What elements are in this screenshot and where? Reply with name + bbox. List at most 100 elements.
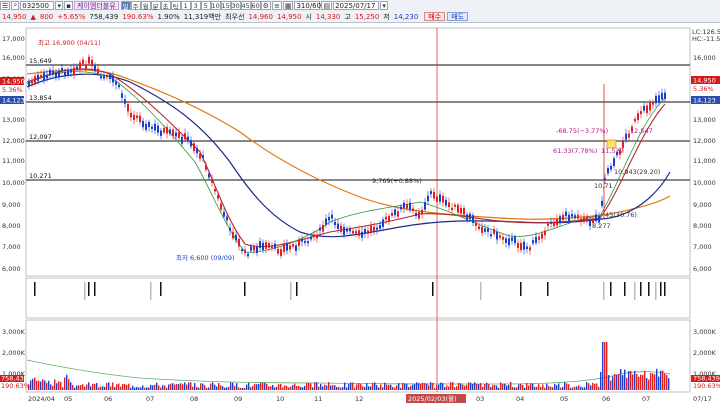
up1b-annotation: 12,547 (630, 127, 653, 135)
signal-pane[interactable] (25, 277, 691, 319)
volume-bar (302, 387, 304, 390)
period-tick[interactable]: 틱 (170, 1, 181, 11)
period-week[interactable]: 주 (130, 1, 141, 11)
price-chart[interactable]: 17,000 16,000 15,000 13,000 12,000 11,00… (0, 22, 720, 404)
candle (340, 225, 342, 233)
calendar-icon[interactable]: ▤ (321, 1, 333, 10)
period-5[interactable]: 5 (200, 1, 211, 10)
volume-bar (378, 387, 380, 390)
candle (499, 235, 501, 238)
period-min[interactable]: 분 (150, 1, 161, 11)
volume-bar (452, 382, 454, 390)
x-tick: 06 (104, 395, 112, 403)
volume-bar (622, 375, 624, 390)
page-count[interactable]: 310/600 (294, 1, 326, 10)
candle (31, 80, 33, 84)
volume-bar (40, 381, 42, 390)
candle (325, 218, 327, 225)
candle (472, 215, 474, 223)
open-value: 14,960 (248, 12, 273, 21)
signal-bar (480, 282, 482, 300)
period-15[interactable]: 15 (220, 1, 231, 10)
candle (421, 209, 423, 214)
volume-bar (134, 387, 136, 390)
volume-bar (400, 387, 402, 390)
volume-bar (532, 383, 534, 390)
candle (139, 115, 141, 123)
volume-bar (580, 386, 582, 390)
change-pct: +5.65% (57, 12, 86, 21)
volume-bar (162, 385, 164, 390)
date-dropdown-icon[interactable]: ▾ (380, 1, 389, 10)
volume-bar (596, 383, 598, 390)
candle (559, 216, 561, 223)
volume-bar (484, 383, 486, 390)
volume-pane[interactable] (25, 319, 691, 393)
candle (250, 246, 252, 251)
candle (193, 143, 195, 152)
grid-icon[interactable]: ▦ (282, 1, 294, 10)
left-pct: 5.36% (2, 86, 23, 94)
candle (439, 194, 441, 202)
list-icon[interactable]: ≡ (271, 1, 282, 10)
period-10[interactable]: 10 (210, 1, 221, 10)
volume-bar (444, 387, 446, 390)
candle (346, 228, 348, 232)
high-value: 15,250 (354, 12, 380, 21)
low-value: 14,230 (393, 12, 419, 21)
volume-bar (612, 376, 614, 390)
volume-bar (160, 387, 162, 390)
volume-bar (450, 382, 452, 390)
settings-icon[interactable]: ⚙ (260, 1, 271, 10)
volume-bar (200, 383, 202, 390)
period-3[interactable]: 3 (190, 1, 201, 10)
candle (277, 249, 279, 254)
candle (241, 249, 243, 252)
volume-bar (300, 386, 302, 390)
volume-bar (80, 385, 82, 390)
candle (304, 240, 306, 243)
candle (154, 123, 156, 131)
volume-bar (642, 374, 644, 390)
buy-button[interactable]: 매수 (424, 12, 446, 21)
dropdown-icon[interactable]: ▾ (55, 1, 64, 10)
period-45[interactable]: 45 (240, 1, 251, 10)
volume-bar (610, 380, 612, 390)
candle (454, 204, 456, 207)
candle (262, 242, 264, 250)
volume-bar (614, 374, 616, 390)
signal-bar (94, 282, 96, 296)
volume-bar (316, 382, 318, 390)
y-tick: 10,000 (2, 179, 25, 187)
period-day[interactable]: 일 (120, 1, 131, 11)
search-icon[interactable]: ⌕ (11, 1, 20, 10)
stock-name[interactable]: 케이엠더블유 (74, 1, 119, 10)
candle (442, 195, 444, 203)
sell-button[interactable]: 매도 (447, 12, 469, 21)
candle (517, 242, 519, 248)
volume-bar (146, 387, 148, 390)
period-month[interactable]: 월 (140, 1, 151, 11)
candle (433, 191, 435, 199)
pin-icon[interactable]: ▪ (64, 1, 74, 10)
period-60[interactable]: 60 (250, 1, 261, 10)
volume-bar (348, 384, 350, 390)
candle (418, 211, 420, 219)
code-input[interactable]: 032500 (20, 1, 55, 10)
volume-bar (198, 387, 200, 390)
period-sec[interactable]: 초 (160, 1, 171, 11)
date-input[interactable]: 2025/07/17 (333, 1, 380, 10)
period-30[interactable]: 30 (230, 1, 241, 10)
period-1[interactable]: 1 (180, 1, 191, 10)
volume-bar (548, 386, 550, 390)
volume-bar (602, 342, 604, 390)
volume-bar (546, 383, 548, 390)
volume-bar (54, 379, 56, 390)
candle (37, 74, 39, 81)
p2-annotation: 45(30.76) (605, 211, 637, 219)
candle (46, 74, 48, 79)
candle (253, 246, 255, 251)
volume-bar (438, 384, 440, 390)
menu-icon[interactable]: ☰ (0, 1, 11, 10)
volume-bar (608, 375, 610, 390)
